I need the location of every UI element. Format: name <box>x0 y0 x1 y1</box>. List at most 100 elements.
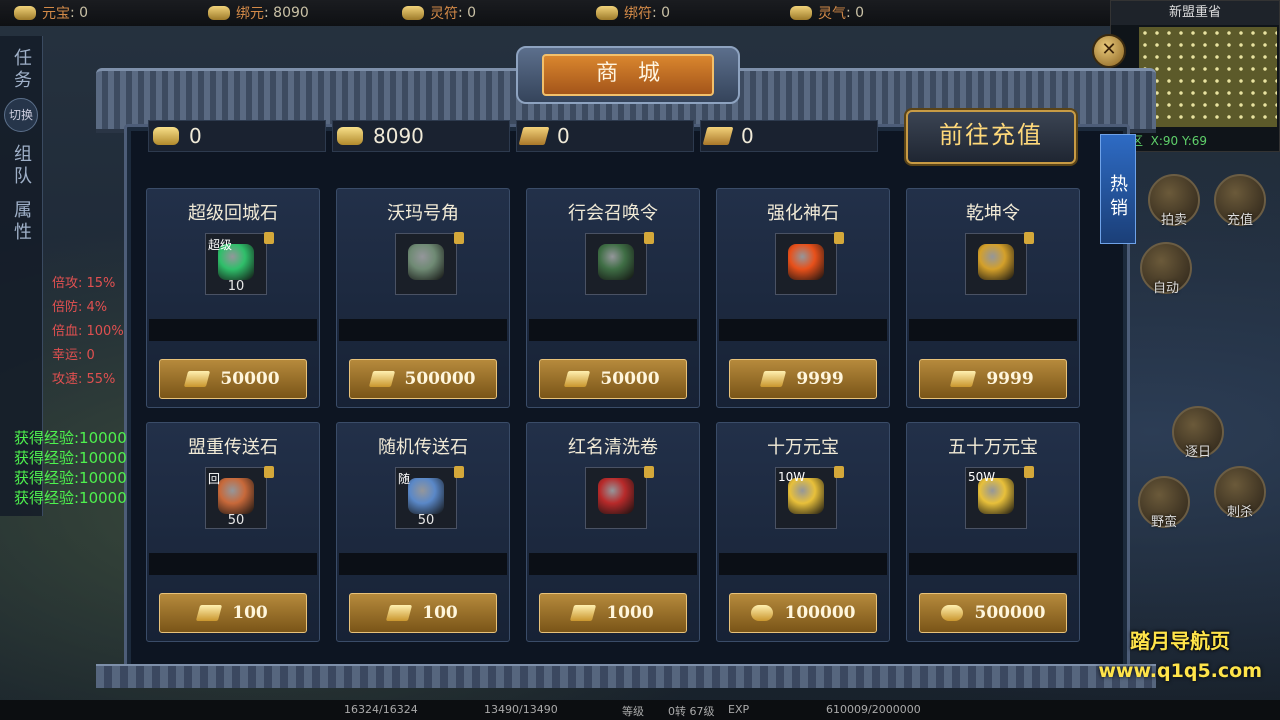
close-button[interactable]: ✕ <box>1092 34 1126 68</box>
ingot-icon <box>153 127 179 145</box>
team-tab[interactable]: 组队 <box>8 144 34 188</box>
top-currency-bar: 元宝: 0 绑元: 8090 灵符: 0 绑符: 0 灵气: 0 <box>0 0 1110 26</box>
buy-button[interactable]: 500000 <box>349 359 497 399</box>
balance-yuanbao: 0 <box>148 120 326 152</box>
shop-item-card[interactable]: 五十万元宝 50W 500000 <box>906 422 1080 642</box>
recharge-button[interactable]: 前往充值 <box>906 110 1076 164</box>
item-slot[interactable]: 50W <box>965 466 1034 529</box>
item-tag: 超级 <box>208 238 233 252</box>
item-desc-bar <box>909 553 1077 575</box>
item-count: 10 <box>227 279 245 294</box>
talisman-icon <box>368 371 395 387</box>
buy-button[interactable]: 100 <box>159 593 307 633</box>
ingot-icon <box>337 127 363 145</box>
currency-bound-yuanbao: 绑元: 8090 <box>208 3 388 23</box>
buy-button[interactable]: 100 <box>349 593 497 633</box>
item-count: 50 <box>227 513 245 528</box>
status-bar: 16324/16324 13490/13490 等级 0转 67级 EXP 61… <box>0 700 1280 720</box>
item-slot[interactable] <box>395 232 464 295</box>
item-slot[interactable] <box>585 466 654 529</box>
item-price: 500000 <box>974 603 1046 623</box>
lock-icon <box>644 232 654 244</box>
balance-lingfu: 0 <box>516 120 694 152</box>
buy-button[interactable]: 50000 <box>159 359 307 399</box>
item-slot[interactable] <box>585 232 654 295</box>
level-value: 0转 67级 <box>668 705 715 718</box>
buy-button[interactable]: 9999 <box>919 359 1067 399</box>
talisman-icon <box>518 127 550 145</box>
shop-item-card[interactable]: 乾坤令 9999 <box>906 188 1080 408</box>
shop-item-card[interactable]: 盟重传送石回 50 100 <box>146 422 320 642</box>
item-slot[interactable]: 10W <box>775 466 844 529</box>
item-name: 乾坤令 <box>966 203 1020 224</box>
buy-button[interactable]: 50000 <box>539 359 687 399</box>
item-slot[interactable] <box>965 232 1034 295</box>
buy-button[interactable]: 100000 <box>729 593 877 633</box>
item-desc-bar <box>339 319 507 341</box>
item-icon <box>598 478 634 514</box>
ingot-icon <box>14 6 36 20</box>
buy-button[interactable]: 1000 <box>539 593 687 633</box>
attribute-tab[interactable]: 属性 <box>8 200 34 244</box>
lock-icon <box>264 466 274 478</box>
currency-bound-fu: 绑符: 0 <box>596 3 776 23</box>
map-name: 新盟重省 <box>1111 1 1279 25</box>
shop-item-card[interactable]: 红名清洗卷 1000 <box>526 422 700 642</box>
shop-item-card[interactable]: 强化神石 9999 <box>716 188 890 408</box>
item-slot[interactable]: 超级 10 <box>205 232 274 295</box>
lock-icon <box>1024 466 1034 478</box>
mp-value: 13490/13490 <box>484 703 558 716</box>
level-label: 等级 <box>622 705 644 718</box>
ingot-icon <box>750 605 773 621</box>
talisman-icon <box>564 371 591 387</box>
task-tab[interactable]: 任务 <box>8 48 34 92</box>
talisman-icon <box>596 6 618 20</box>
skill-zhuri-button[interactable]: 逐日 <box>1172 406 1224 460</box>
buy-button[interactable]: 9999 <box>729 359 877 399</box>
item-slot[interactable]: 随 50 <box>395 466 464 529</box>
item-slot[interactable]: 回 50 <box>205 466 274 529</box>
hp-value: 16324/16324 <box>344 703 418 716</box>
switch-button[interactable]: 切换 <box>4 98 38 132</box>
item-desc-bar <box>909 319 1077 341</box>
item-name: 超级回城石 <box>188 203 278 224</box>
item-slot[interactable] <box>775 232 844 295</box>
item-name: 强化神石 <box>767 203 839 224</box>
exp-log-line: 获得经验:10000 <box>14 449 127 467</box>
spirit-icon <box>790 6 812 20</box>
shop-item-card[interactable]: 随机传送石随 50 100 <box>336 422 510 642</box>
buy-button[interactable]: 500000 <box>919 593 1067 633</box>
exp-log-line: 获得经验:10000 <box>14 489 127 507</box>
watermark: 踏月导航页 www.q1q5.com <box>1098 629 1262 682</box>
map-view[interactable] <box>1139 27 1277 127</box>
shop-item-card[interactable]: 超级回城石超级 10 50000 <box>146 188 320 408</box>
talisman-icon <box>570 605 597 621</box>
item-price: 100 <box>422 603 458 623</box>
shop-item-card[interactable]: 行会召唤令 50000 <box>526 188 700 408</box>
talisman-icon <box>402 6 424 20</box>
shop-item-card[interactable]: 十万元宝 10W 100000 <box>716 422 890 642</box>
shop-item-card[interactable]: 沃玛号角 500000 <box>336 188 510 408</box>
balance-bound-yuanbao: 8090 <box>332 120 510 152</box>
item-icon <box>978 244 1014 280</box>
skill-cisha-button[interactable]: 刺杀 <box>1214 466 1266 520</box>
exp-log-line: 获得经验:10000 <box>14 469 127 487</box>
item-name: 沃玛号角 <box>387 203 459 224</box>
item-desc-bar <box>719 553 887 575</box>
tab-hot-sell[interactable]: 热销 <box>1100 134 1136 244</box>
exp-log-line: 获得经验:10000 <box>14 429 127 447</box>
item-price: 50000 <box>220 369 280 389</box>
item-desc-bar <box>339 553 507 575</box>
currency-yuanbao: 元宝: 0 <box>14 3 194 23</box>
item-tag: 50W <box>968 470 996 484</box>
item-price: 500000 <box>404 369 476 389</box>
item-price: 100 <box>232 603 268 623</box>
ingot-icon <box>940 605 963 621</box>
item-price: 1000 <box>606 603 654 623</box>
lock-icon <box>1024 232 1034 244</box>
item-desc-bar <box>719 319 887 341</box>
item-name: 十万元宝 <box>767 437 839 458</box>
balance-bound-fu: 0 <box>700 120 878 152</box>
recharge-shortcut-button[interactable]: 充值 <box>1214 174 1266 228</box>
lock-icon <box>454 232 464 244</box>
